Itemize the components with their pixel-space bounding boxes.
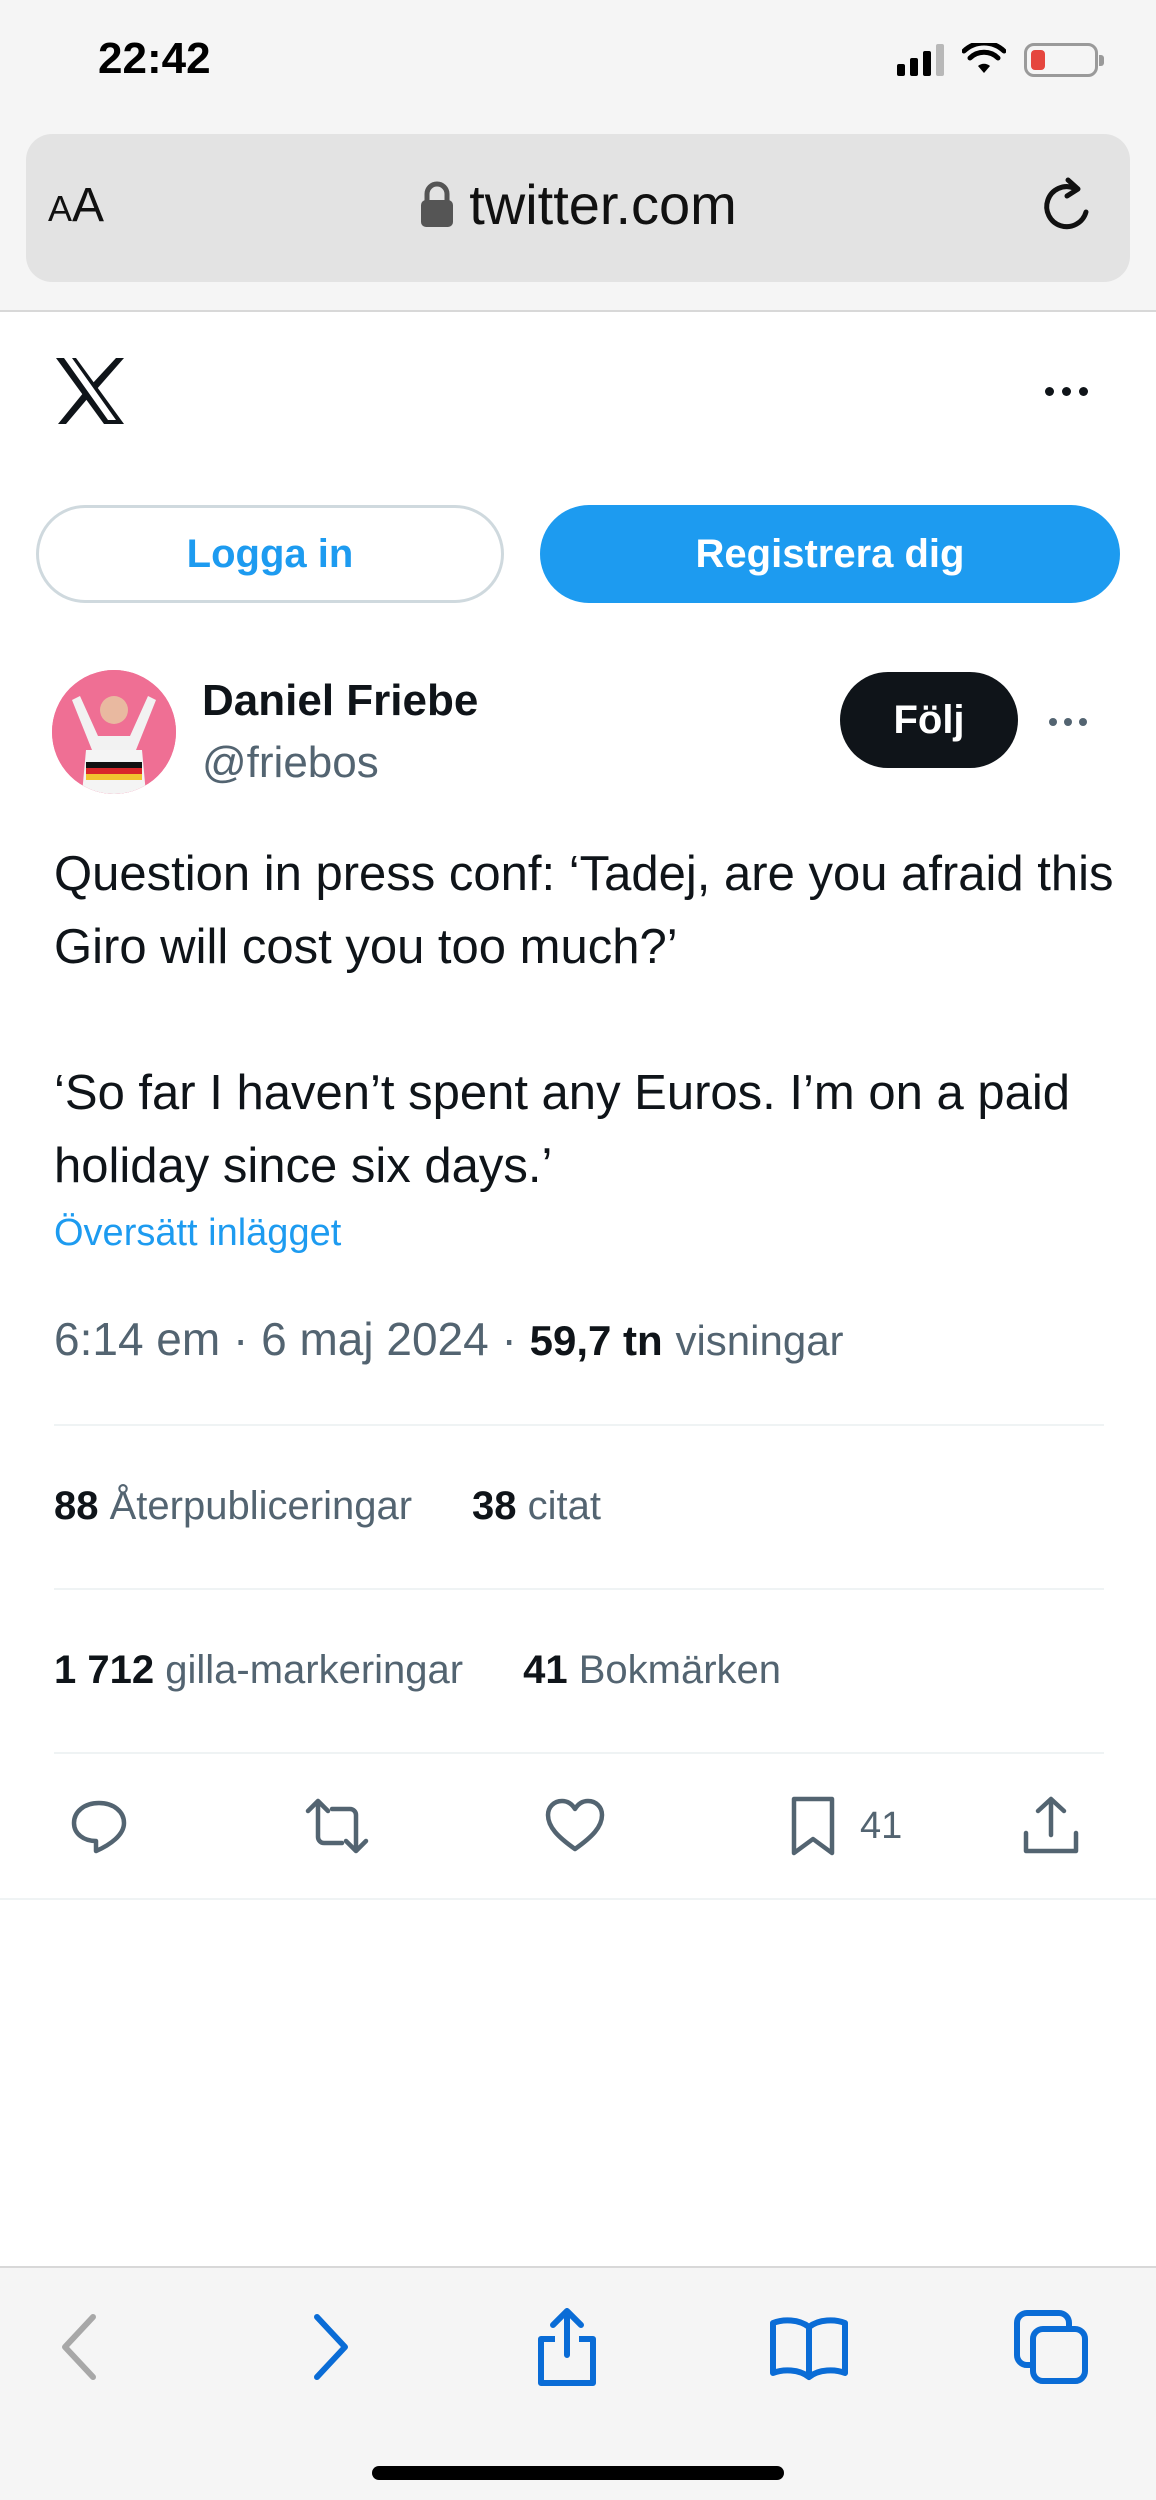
back-button[interactable] [36, 2302, 126, 2392]
bookmark-count: 41 [860, 1804, 903, 1847]
tweet-meta: 6:14 em · 6 maj 2024 · 59,7 tn visningar [54, 1313, 844, 1365]
tweet-text: Question in press conf: ‘Tadej, are you … [54, 838, 1114, 1203]
views-count: 59,7 tn [529, 1317, 663, 1364]
repost-icon [305, 1798, 369, 1854]
status-time: 22:42 [98, 34, 211, 83]
follow-button[interactable]: Följ [840, 672, 1018, 768]
share-sheet-button[interactable] [522, 2302, 612, 2392]
open-book-icon [770, 2317, 848, 2380]
signup-button[interactable]: Registrera dig [540, 505, 1120, 603]
browser-header: AA twitter.com [0, 126, 1156, 312]
divider [0, 1898, 1156, 1900]
safari-toolbar [0, 2266, 1156, 2500]
tabs-icon [1014, 2310, 1088, 2384]
tweet-paragraph: ‘So far I haven’t spent any Euros. I’m o… [54, 1066, 1084, 1193]
divider [54, 1752, 1104, 1754]
status-bar: 22:42 [0, 0, 1156, 126]
url-text: twitter.com [469, 173, 737, 236]
battery-icon [1024, 43, 1104, 77]
reply-icon [71, 1800, 127, 1854]
share-icon [538, 2308, 596, 2386]
likes-stat[interactable]: 1 712 gilla-markeringar [54, 1648, 463, 1693]
author-name[interactable]: Daniel Friebe [202, 676, 478, 726]
translate-link[interactable]: Översätt inlägget [54, 1212, 341, 1255]
chevron-left-icon [62, 2314, 96, 2380]
chevron-right-icon [314, 2314, 348, 2380]
reload-icon[interactable] [1034, 174, 1100, 240]
repost-button[interactable] [304, 1790, 370, 1862]
quotes-stat[interactable]: 38 citat [472, 1484, 601, 1529]
cellular-signal-icon [897, 44, 944, 76]
wifi-icon [962, 43, 1006, 73]
stats-row: 1 712 gilla-markeringar 41 Bokmärken [54, 1648, 781, 1693]
share-button[interactable] [1018, 1790, 1084, 1862]
reposts-stat[interactable]: 88 Återpubliceringar [54, 1484, 412, 1529]
avatar[interactable] [52, 670, 176, 794]
bookmarks-button[interactable] [764, 2302, 854, 2392]
bookmark-button[interactable]: 41 [780, 1790, 902, 1862]
tweet-more-icon[interactable] [1040, 708, 1096, 736]
url-display[interactable]: twitter.com [26, 172, 1130, 237]
tweet-date[interactable]: 6 maj 2024 [261, 1313, 489, 1365]
tweet-time[interactable]: 6:14 em [54, 1313, 220, 1365]
home-indicator[interactable] [372, 2466, 784, 2480]
bookmarks-stat[interactable]: 41 Bokmärken [523, 1648, 781, 1693]
lock-icon [421, 181, 454, 227]
like-button[interactable] [542, 1790, 608, 1862]
bookmark-icon [791, 1796, 835, 1856]
login-button[interactable]: Logga in [36, 505, 504, 603]
author-handle[interactable]: @friebos [202, 738, 379, 788]
divider [54, 1424, 1104, 1426]
action-bar: 41 [54, 1780, 1104, 1872]
x-logo[interactable] [52, 356, 128, 426]
share-icon [1023, 1796, 1079, 1854]
reply-button[interactable] [66, 1790, 132, 1862]
status-icons [897, 40, 1104, 80]
more-icon[interactable] [1036, 376, 1096, 406]
tweet-paragraph: Question in press conf: ‘Tadej, are you … [54, 847, 1128, 974]
divider [54, 1588, 1104, 1590]
stats-row: 88 Återpubliceringar 38 citat [54, 1484, 601, 1529]
address-bar[interactable]: AA twitter.com [26, 134, 1130, 282]
views-label: visningar [675, 1317, 844, 1364]
tabs-button[interactable] [1006, 2302, 1096, 2392]
heart-icon [545, 1798, 605, 1852]
forward-button[interactable] [284, 2302, 374, 2392]
